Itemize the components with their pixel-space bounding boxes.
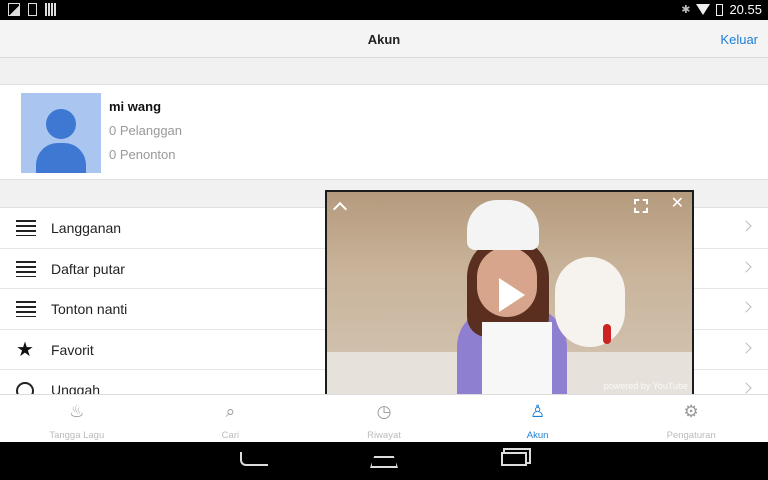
tab-charts[interactable]: ♨ Tangga Lagu: [0, 395, 154, 442]
battery-icon: [716, 3, 724, 16]
tab-label: Riwayat: [367, 430, 401, 441]
sign-out-button[interactable]: Keluar: [720, 32, 758, 47]
wifi-icon: [696, 4, 711, 15]
clock: 20.55: [729, 2, 762, 17]
search-icon: ⌕: [225, 402, 236, 421]
avatar-body: [36, 143, 86, 173]
home-icon[interactable]: [370, 456, 398, 468]
tab-label: Tangga Lagu: [49, 430, 105, 441]
tab-label: Akun: [526, 430, 549, 441]
view-count: 0 Penonton: [109, 147, 176, 162]
back-icon[interactable]: [240, 452, 268, 466]
chevron-right-icon: [740, 301, 752, 313]
subscriptions-icon: [16, 220, 36, 236]
settings-icon: ⚙: [683, 402, 699, 421]
menu-item-label: Unggah: [51, 382, 101, 394]
tab-history[interactable]: ◷ Riwayat: [307, 395, 461, 442]
tab-label: Cari: [221, 430, 240, 441]
bluetooth-icon: ✱: [681, 4, 691, 16]
watch-later-icon: [16, 301, 36, 317]
account-icon: ♙: [529, 402, 546, 421]
chevron-right-icon: [740, 260, 752, 273]
phone-icon: [28, 3, 37, 16]
video-frame-chicken-comb: [603, 324, 611, 344]
recent-apps-icon[interactable]: [501, 452, 527, 466]
upload-icon: [16, 382, 34, 394]
image-icon: [8, 3, 20, 16]
profile-card: mi wang 0 Pelanggan 0 Penonton: [0, 84, 768, 180]
history-icon: ◷: [376, 402, 392, 421]
profile-name: mi wang: [109, 99, 162, 114]
status-bar: ✱ 20.55: [0, 0, 768, 20]
tab-settings[interactable]: ⚙ Pengaturan: [614, 395, 768, 442]
tab-account[interactable]: ♙ Akun: [461, 395, 615, 442]
video-frame-apron: [482, 322, 552, 395]
mini-video-player[interactable]: ✕ powered by YouTube: [325, 190, 694, 397]
notification-icons: [8, 3, 57, 16]
subscriber-count: 0 Pelanggan: [109, 123, 183, 138]
tab-search[interactable]: ⌕ Cari: [154, 395, 308, 442]
bottom-navigation: ♨ Tangga Lagu ⌕ Cari ◷ Riwayat ♙ Akun ⚙ …: [0, 394, 768, 442]
tab-label: Pengaturan: [666, 430, 716, 441]
play-icon[interactable]: [499, 278, 525, 312]
menu-item-label: Langganan: [51, 220, 122, 236]
chevron-right-icon: [740, 382, 752, 394]
app-bar: Akun Keluar: [0, 20, 768, 58]
chevron-right-icon: [740, 341, 752, 354]
chevron-right-icon: [740, 220, 752, 232]
video-frame-chef-hat: [467, 200, 539, 250]
fullscreen-icon[interactable]: [634, 199, 648, 213]
system-navigation-bar: [0, 442, 768, 480]
flame-icon: ♨: [69, 402, 85, 421]
menu-item-label: Tonton nanti: [51, 301, 128, 317]
playlist-icon: [16, 260, 36, 277]
barcode-icon: [45, 3, 57, 16]
avatar-head: [46, 109, 76, 139]
system-icons: ✱ 20.55: [681, 2, 762, 17]
page-title: Akun: [367, 32, 401, 47]
close-icon[interactable]: ✕: [671, 196, 684, 212]
youtube-watermark: powered by YouTube: [603, 381, 688, 391]
star-icon: ★: [16, 338, 34, 361]
menu-item-label: Favorit: [51, 341, 94, 358]
menu-item-label: Daftar putar: [51, 260, 125, 277]
video-frame-chicken: [555, 257, 625, 347]
avatar[interactable]: [21, 93, 101, 173]
